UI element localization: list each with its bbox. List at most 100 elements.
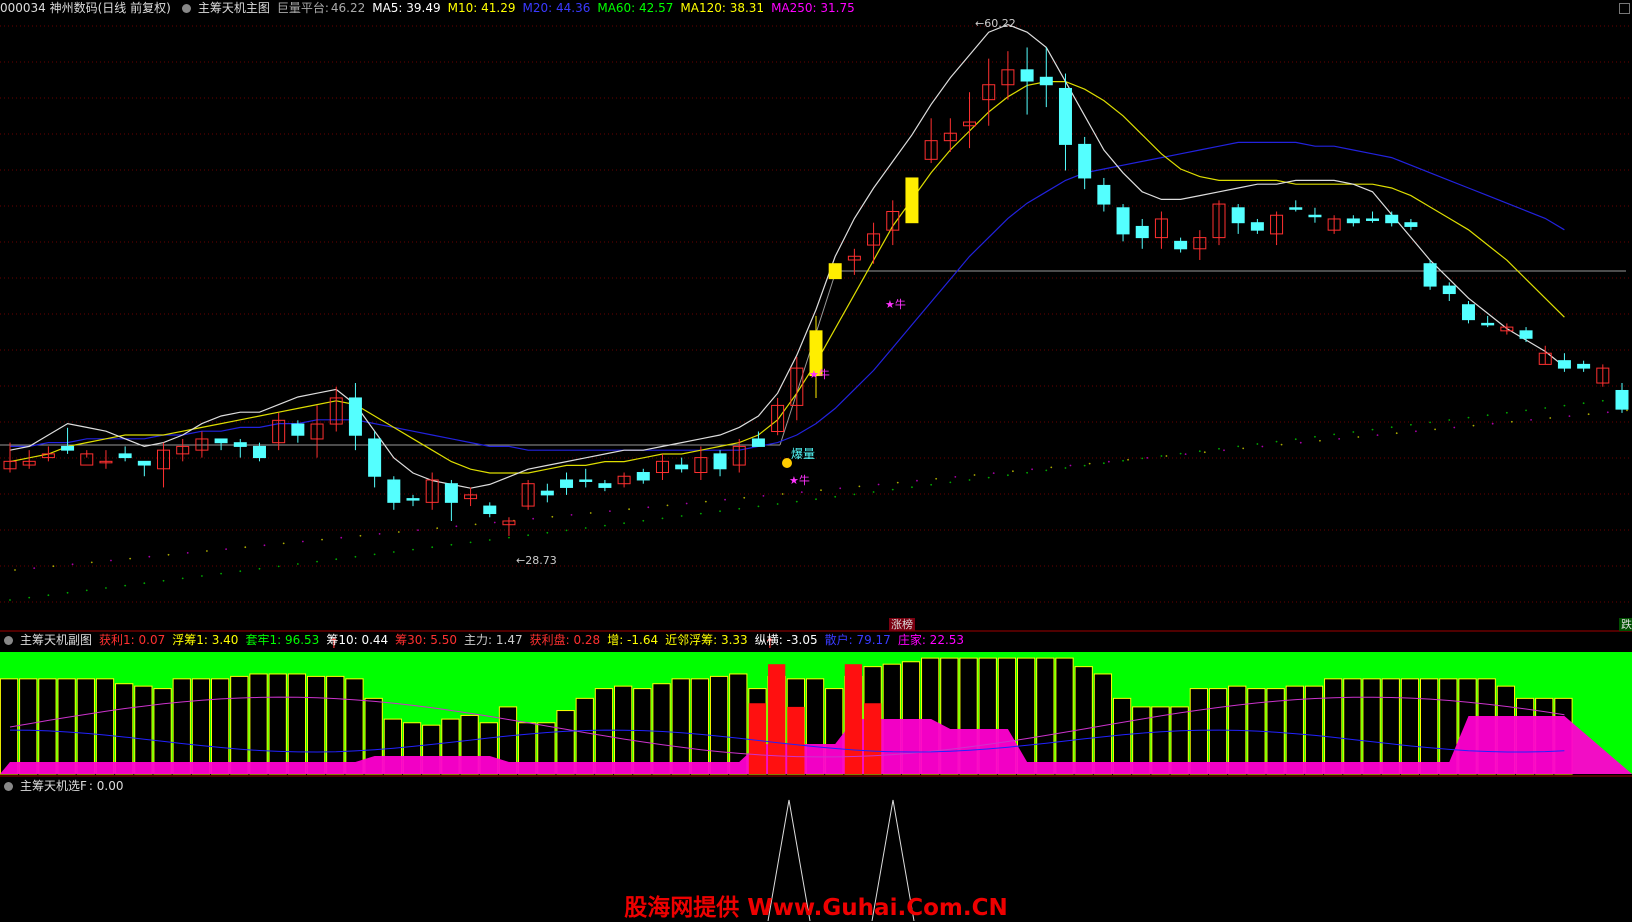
ma60-dot [354, 555, 357, 558]
ma60-dot [1141, 457, 1144, 460]
sub-legend-item: 浮筹1: 3.40 [172, 633, 239, 647]
ma60-dot [143, 582, 146, 585]
ma60-dot [1237, 445, 1240, 448]
candle-body [1577, 363, 1591, 369]
candle-body [598, 483, 612, 488]
sub-legend-item: 增: -1.64 [607, 633, 659, 647]
main-indicator-name[interactable]: 主筹天机主图 [198, 1, 270, 15]
ma120-dot [52, 565, 55, 568]
ma60-dot [1083, 464, 1086, 467]
ma60-dot [1122, 459, 1124, 462]
candle-body [1289, 207, 1303, 210]
candle-body [1097, 184, 1111, 205]
ma120-dot [628, 508, 630, 511]
sub-bar [191, 678, 211, 775]
ma60-dot [911, 486, 913, 489]
candle-body [828, 263, 842, 280]
ma-legend-item: MA60: 42.57 [597, 1, 674, 15]
ma60-dot [987, 476, 990, 479]
ma60-dot [508, 536, 510, 539]
sub-bar [134, 685, 153, 775]
ma120-dot [1088, 462, 1091, 465]
ma60-dot [373, 553, 376, 556]
ma120-dot [1203, 451, 1206, 454]
ma60-dot [1448, 419, 1451, 421]
sub-bar [652, 683, 671, 775]
ma120-dot [1165, 455, 1168, 457]
candle-body [1557, 360, 1571, 369]
sub-bar [38, 678, 57, 775]
sub-indicator-name[interactable]: 主筹天机副图 [20, 633, 92, 647]
candle-body [540, 490, 554, 496]
price-chart[interactable]: ←60.22←28.73★牛★牛★牛爆量↑ ↑ [0, 0, 1632, 921]
candle-body [1385, 214, 1399, 224]
ma60-dot [1601, 399, 1604, 402]
sub-bar [1208, 688, 1228, 775]
ma120-dot [359, 534, 362, 537]
ma120-dot [916, 479, 918, 482]
platform-line-step [779, 270, 837, 446]
candle-body [1174, 240, 1188, 250]
ma60-dot [776, 503, 779, 505]
sub-legend-item: 近邻浮筹: 3.33 [665, 633, 748, 647]
ma120-dot [781, 493, 784, 495]
candle-body [1078, 143, 1092, 179]
ma120-dot [570, 514, 573, 516]
ma60-dot [719, 510, 721, 513]
ma60-dot [1256, 443, 1259, 445]
ma60-dot [815, 498, 817, 501]
ma120-dot [1012, 470, 1014, 473]
ma60-dot [85, 589, 88, 592]
ma120-dot [1146, 457, 1149, 459]
ma120-dot [992, 472, 995, 474]
candle-body [61, 445, 75, 451]
selector-value: : 0.00 [88, 779, 124, 793]
sub-bar [153, 688, 172, 775]
candle-body [1135, 225, 1149, 239]
stock-code-name[interactable]: 000034 神州数码(日线 前复权) [0, 1, 171, 15]
sub-legend-bar: 主筹天机副图 获利1: 0.07 浮筹1: 3.40 套牢1: 96.53 筹10: 0… [0, 632, 978, 648]
ma120-dot [954, 476, 957, 478]
sub-bar [172, 678, 191, 775]
ma120-dot [704, 500, 707, 503]
ma120-dot [417, 529, 419, 531]
ma60-dot [1064, 467, 1067, 469]
ma60-dot [201, 575, 203, 577]
sub-bar [95, 678, 115, 775]
ma120-dot [896, 481, 899, 484]
sub-bar [1055, 657, 1074, 775]
candle-body [579, 479, 593, 482]
sub-bar [115, 683, 134, 775]
ma120-dot [33, 567, 36, 569]
platform-value: 46.22 [330, 1, 366, 15]
candle-body [675, 464, 689, 470]
ma60-dot [1352, 431, 1355, 433]
sub-legend-item: 获利1: 0.07 [99, 633, 166, 647]
ma60-dot [1505, 411, 1508, 414]
ma120-dot [551, 515, 554, 518]
dropdown-icon[interactable] [4, 636, 13, 645]
candle-body [214, 438, 228, 444]
dropdown-icon[interactable] [181, 4, 191, 13]
ma120-dot [1184, 453, 1187, 455]
ma60-dot [335, 558, 338, 561]
ma120-dot [666, 504, 669, 507]
ma120-dot [378, 533, 381, 535]
ma60-dot [1045, 469, 1048, 472]
ma120-dot [1626, 409, 1628, 412]
dropdown-icon[interactable] [4, 782, 13, 791]
ma20-line [10, 141, 1565, 451]
ma120-dot [1568, 415, 1571, 417]
window-control-icon[interactable] [1619, 3, 1630, 14]
ma-legend-item: M10: 41.29 [447, 1, 516, 15]
selector-indicator-name[interactable]: 主筹天机选F [20, 779, 87, 793]
ma60-dot [1333, 433, 1336, 436]
ma60-dot [162, 579, 165, 582]
ma-legend: MA5: 39.49 M10: 41.29 M20: 44.36 MA60: 42.5… [372, 1, 862, 15]
ma120-dot [1415, 430, 1417, 433]
ma120-dot [1299, 441, 1302, 444]
ma60-dot [66, 591, 69, 594]
ma60-dot [1275, 440, 1278, 443]
candle-body [713, 453, 727, 470]
ma60-dot [296, 563, 299, 565]
